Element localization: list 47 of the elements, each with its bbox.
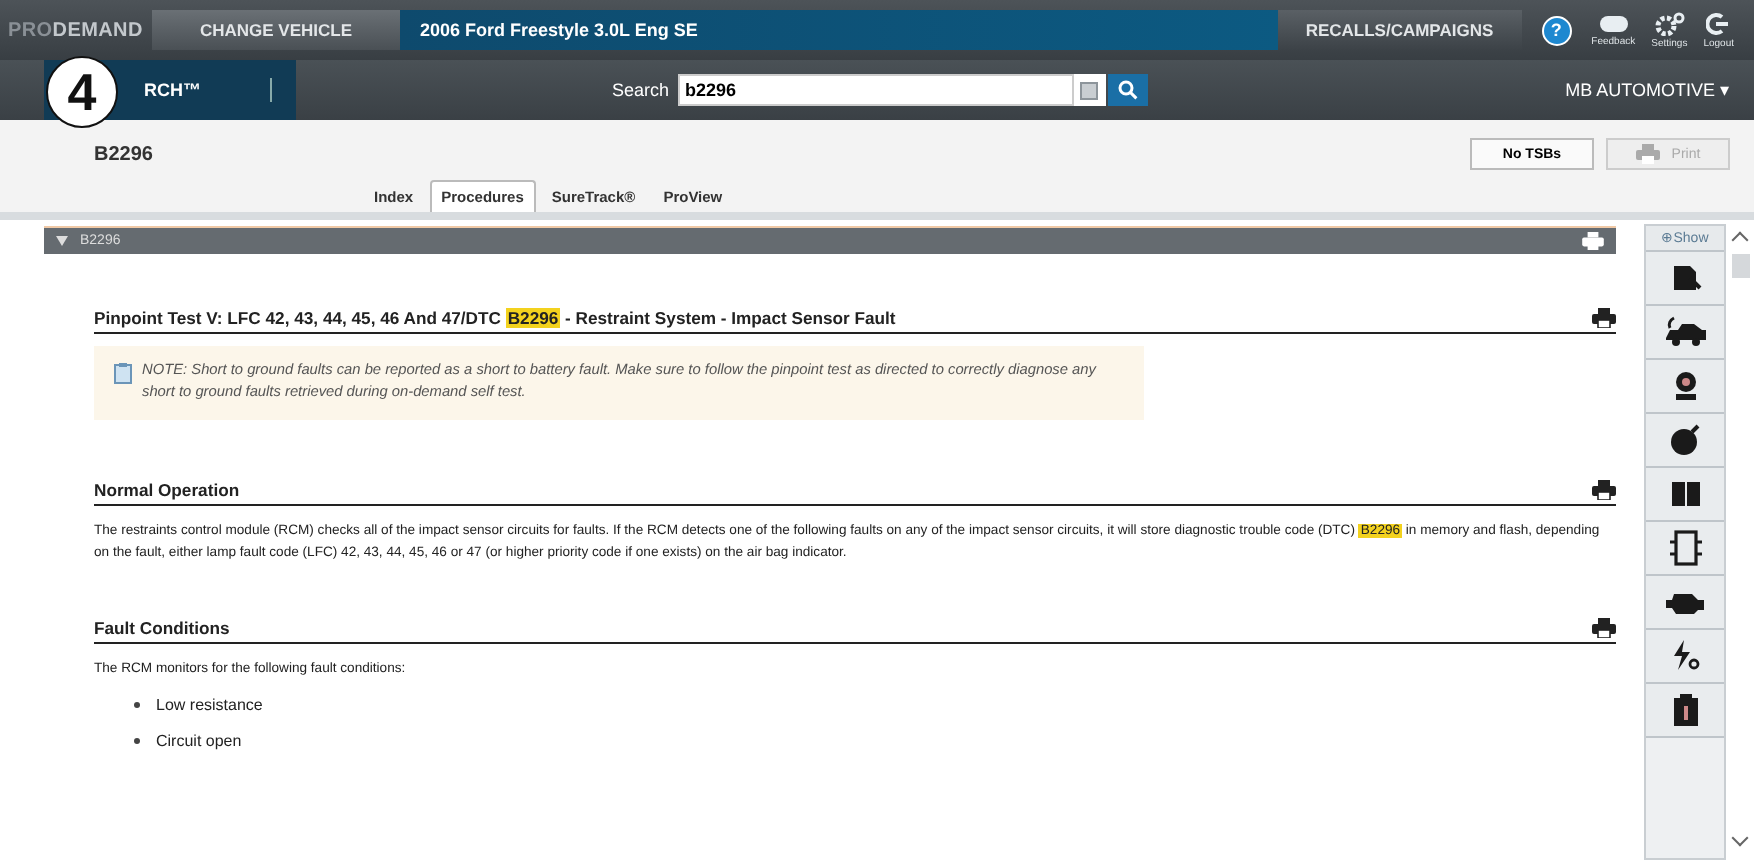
- vehicle-name: 2006 Ford Freestyle 3.0L Eng SE: [420, 20, 698, 40]
- section-heading: Fault Conditions: [94, 617, 232, 638]
- search-field[interactable]: b2296: [677, 74, 1074, 106]
- caret-icon: [56, 236, 68, 246]
- chip-icon: [1669, 530, 1701, 566]
- engine-button[interactable]: [1646, 576, 1724, 630]
- square-icon: [1080, 81, 1099, 99]
- book-button[interactable]: [1646, 468, 1724, 522]
- lightning-icon: [1671, 640, 1699, 672]
- step-badge: 4: [46, 56, 118, 128]
- search-icon: [1117, 80, 1138, 100]
- book-icon: [1671, 482, 1699, 506]
- document-button[interactable]: [1646, 252, 1724, 306]
- bullet-icon: [134, 738, 140, 745]
- bolt-button[interactable]: [1646, 630, 1724, 684]
- car-button[interactable]: [1646, 306, 1724, 360]
- scroll-thumb[interactable]: [1731, 254, 1749, 278]
- camera-button[interactable]: [1646, 360, 1724, 414]
- logout-icon: [1706, 11, 1731, 35]
- clipboard-icon: [114, 362, 132, 384]
- account-menu[interactable]: MB AUTOMOTIVE ▾: [1565, 80, 1730, 100]
- print-icon: [1635, 144, 1660, 164]
- change-vehicle-button[interactable]: CHANGE VEHICLE: [152, 10, 400, 50]
- toggle-icon: [1597, 13, 1630, 33]
- print-icon[interactable]: [1592, 480, 1616, 501]
- chip-button[interactable]: [1646, 522, 1724, 576]
- bomb-icon: [1669, 424, 1701, 456]
- list-item: Low resistance: [156, 696, 263, 715]
- brand-logo: PRODEMAND: [8, 19, 145, 41]
- print-icon[interactable]: [1592, 308, 1616, 328]
- settings-icon: [1653, 11, 1686, 35]
- car-icon: [1663, 316, 1707, 348]
- search-mode-dropdown[interactable]: RCH™: [120, 60, 296, 120]
- list-item: Circuit open: [156, 732, 242, 751]
- section-heading: Pinpoint Test V: LFC 42, 43, 44, 45, 46 And 47/DTC B2296 - Restraint System - Impact Sensor Fault: [94, 308, 898, 328]
- webcam-icon: [1671, 370, 1699, 402]
- section-heading: Normal Operation: [94, 480, 242, 501]
- info-button[interactable]: [1646, 684, 1724, 738]
- bullet-icon: [134, 702, 140, 709]
- page-title: B2296: [94, 143, 153, 165]
- search-label: Search: [612, 80, 670, 100]
- help-button[interactable]: ?: [1541, 15, 1572, 45]
- search-button[interactable]: [1107, 74, 1148, 106]
- bomb-button[interactable]: [1646, 414, 1724, 468]
- document-icon: [1669, 262, 1701, 294]
- engine-icon: [1665, 590, 1705, 614]
- print-icon[interactable]: [1592, 617, 1616, 638]
